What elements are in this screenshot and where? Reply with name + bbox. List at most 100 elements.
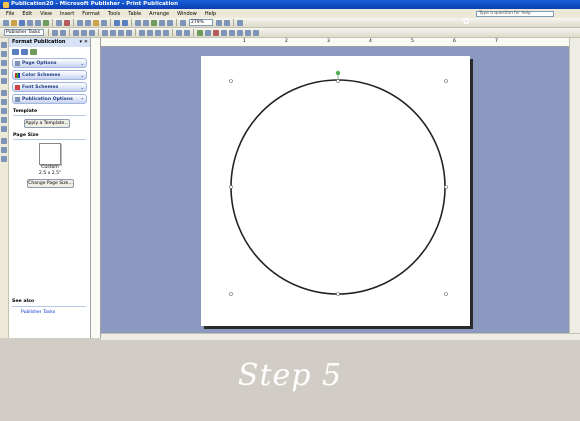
line-color-icon[interactable] [205, 29, 211, 36]
new-icon[interactable] [3, 19, 9, 26]
save-icon[interactable] [19, 19, 25, 26]
selection-handle-bottom-left[interactable] [229, 292, 233, 296]
font-select-icon[interactable] [52, 29, 58, 36]
change-page-size-button[interactable]: Change Page Size... [27, 179, 74, 188]
paste-icon[interactable] [93, 19, 99, 26]
design-gallery-icon[interactable] [1, 156, 7, 162]
align-left-icon[interactable] [102, 29, 108, 36]
insert-table-icon[interactable] [151, 19, 157, 26]
forward-icon[interactable] [21, 48, 28, 55]
selection-handle-top-right[interactable] [444, 79, 448, 83]
picture-frame-icon[interactable] [1, 78, 7, 84]
line-icon[interactable] [1, 90, 7, 96]
selection-handle-top-left[interactable] [229, 79, 233, 83]
section-color-schemes[interactable]: Color Schemes ⌄ [12, 70, 87, 80]
vertical-scrollbar[interactable] [569, 38, 580, 333]
menu-help[interactable]: Help [205, 11, 216, 17]
publication-page[interactable] [201, 56, 470, 326]
underline-icon[interactable] [89, 29, 95, 36]
table-frame-icon[interactable] [1, 60, 7, 66]
increase-font-icon[interactable] [184, 29, 190, 36]
selection-handle-bottom-right[interactable] [444, 292, 448, 296]
bring-to-front-icon[interactable] [135, 19, 141, 26]
columns-icon[interactable] [159, 19, 165, 26]
help-question-input[interactable]: Type a question for help [476, 10, 554, 17]
italic-icon[interactable] [81, 29, 87, 36]
text-box-icon[interactable] [1, 51, 7, 57]
selection-handle-left[interactable] [229, 185, 233, 189]
menu-file[interactable]: File [6, 11, 14, 17]
form-control-icon[interactable] [1, 147, 7, 153]
justify-icon[interactable] [126, 29, 132, 36]
section-publication-options[interactable]: Publication Options ⌃ [12, 94, 87, 104]
bullets-icon[interactable] [147, 29, 153, 36]
copy-icon[interactable] [85, 19, 91, 26]
font-color-icon[interactable] [213, 29, 219, 36]
zoom-in-icon[interactable] [224, 19, 230, 26]
align-center-icon[interactable] [110, 29, 116, 36]
selection-handle-bottom[interactable] [336, 292, 340, 296]
arrow-style-icon[interactable] [237, 29, 243, 36]
publisher-tasks-select[interactable]: Publisher Tasks [4, 29, 44, 36]
autoshapes-icon[interactable] [1, 126, 7, 132]
redo-icon[interactable] [122, 19, 128, 26]
zoom-out-icon[interactable] [216, 19, 222, 26]
circle-shape[interactable] [230, 79, 446, 295]
decrease-indent-icon[interactable] [155, 29, 161, 36]
menu-edit[interactable]: Edit [22, 11, 32, 17]
rectangle-icon[interactable] [1, 117, 7, 123]
print-icon[interactable] [35, 19, 41, 26]
back-icon[interactable] [12, 48, 19, 55]
menu-arrange[interactable]: Arrange [149, 11, 169, 17]
menu-format[interactable]: Format [82, 11, 100, 17]
3d-style-icon[interactable] [253, 29, 259, 36]
spelling-icon[interactable] [56, 19, 62, 26]
horizontal-scrollbar[interactable] [101, 333, 580, 340]
format-painter-icon[interactable] [101, 19, 107, 26]
section-font-schemes[interactable]: Font Schemes ⌄ [12, 82, 87, 92]
increase-indent-icon[interactable] [163, 29, 169, 36]
open-icon[interactable] [11, 19, 17, 26]
section-page-options[interactable]: Page Options ⌄ [12, 58, 87, 68]
home-icon[interactable] [30, 48, 37, 55]
horizontal-ruler[interactable]: 1 2 3 4 5 6 7 [101, 38, 569, 47]
cut-icon[interactable] [77, 19, 83, 26]
menu-tools[interactable]: Tools [108, 11, 120, 17]
menu-view[interactable]: View [40, 11, 52, 17]
select-objects-icon[interactable] [1, 42, 7, 48]
font-size-icon[interactable] [60, 29, 66, 36]
fill-color-icon[interactable] [197, 29, 203, 36]
dash-style-icon[interactable] [229, 29, 235, 36]
print-preview-icon[interactable] [43, 19, 49, 26]
decrease-font-icon[interactable] [176, 29, 182, 36]
zoom-select[interactable]: 279% [189, 19, 213, 26]
undo-icon[interactable] [114, 19, 120, 26]
help-icon[interactable] [237, 19, 243, 26]
menu-table[interactable]: Table [128, 11, 141, 17]
vertical-ruler[interactable] [91, 38, 101, 338]
hyperlink-icon[interactable] [167, 19, 173, 26]
oval-icon[interactable] [1, 108, 7, 114]
send-to-back-icon[interactable] [143, 19, 149, 26]
numbering-icon[interactable] [139, 29, 145, 36]
rotate-handle[interactable] [335, 70, 341, 76]
research-icon[interactable] [64, 19, 70, 26]
window-title: Publication20 - Microsoft Publisher - Pr… [11, 1, 179, 7]
wordart-icon[interactable] [1, 69, 7, 75]
align-right-icon[interactable] [118, 29, 124, 36]
shadow-style-icon[interactable] [245, 29, 251, 36]
see-also-link[interactable]: Publisher Tasks [21, 310, 55, 315]
menu-insert[interactable]: Insert [60, 11, 74, 17]
bold-icon[interactable] [73, 29, 79, 36]
close-icon[interactable]: ▾ ✕ [80, 38, 88, 47]
hot-spot-icon[interactable] [1, 138, 7, 144]
line-style-icon[interactable] [221, 29, 227, 36]
arrow-icon[interactable] [1, 99, 7, 105]
selection-handle-top[interactable] [336, 79, 340, 83]
apply-template-button[interactable]: Apply a Template... [24, 119, 70, 128]
page-size-thumbnail[interactable] [39, 143, 61, 165]
menu-window[interactable]: Window [177, 11, 197, 17]
selection-handle-right[interactable] [444, 185, 448, 189]
special-characters-icon[interactable] [180, 19, 186, 26]
mail-icon[interactable] [27, 19, 33, 26]
